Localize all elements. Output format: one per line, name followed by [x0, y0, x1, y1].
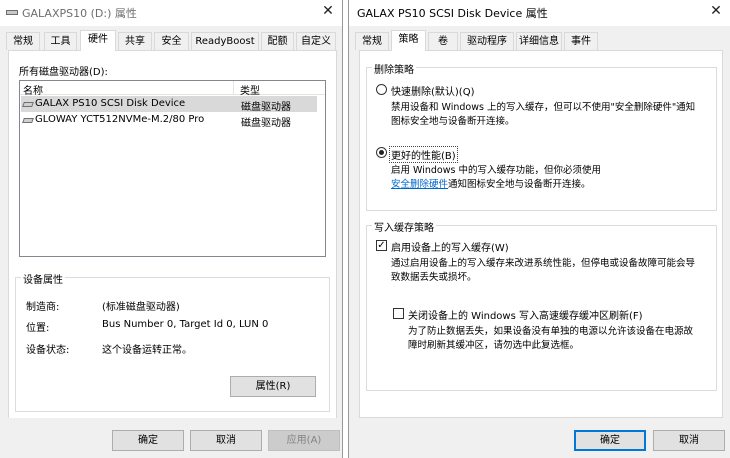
- tab-security[interactable]: 安全: [154, 32, 189, 50]
- tab-customize[interactable]: 自定义: [296, 32, 336, 50]
- title-bar: GALAX PS10 SCSI Disk Device 属性 ✕: [349, 0, 730, 26]
- disable-cache-flush-desc: 为了防止数据丢失，如果设备没有单独的电源以允许该设备在电源故: [408, 326, 694, 337]
- dialog-buttons: 确定 取消: [349, 418, 730, 458]
- list-item[interactable]: GALAX PS10 SCSI Disk Device 磁盘驱动器: [21, 96, 317, 113]
- removal-policy-group: 删除策略 快速删除(默认)(Q) 禁用设备和 Windows 上的写入缓存，但可…: [366, 61, 717, 211]
- quick-removal-label[interactable]: 快速删除(默认)(Q): [391, 83, 474, 98]
- better-performance-radio[interactable]: [376, 147, 387, 158]
- disable-cache-flush-desc: 障时刷新其缓冲区，请勿选中此复选框。: [408, 340, 580, 351]
- close-icon[interactable]: ✕: [708, 3, 724, 19]
- disk-name: GLOWAY YCT512NVMe-M.2/80 Pro: [35, 114, 205, 125]
- tab-driver[interactable]: 驱动程序: [460, 32, 514, 50]
- quick-removal-desc: 图标安全地与设备断开连接。: [391, 116, 515, 127]
- window-title: GALAX PS10 SCSI Disk Device 属性: [357, 7, 548, 20]
- better-performance-desc-line2: 安全删除硬件通知图标安全地与设备断开连接。: [391, 178, 591, 192]
- disk-properties-window: GALAXPS10 (D:) 属性 ✕ 常规 工具 硬件 共享 安全 Ready…: [0, 0, 343, 458]
- tab-readyboost[interactable]: ReadyBoost: [191, 32, 259, 50]
- quick-removal-desc: 禁用设备和 Windows 上的写入缓存，但可以不使用"安全删除硬件"通知: [391, 102, 696, 113]
- drive-icon: [6, 7, 18, 17]
- list-header: 名称 类型: [20, 81, 325, 97]
- tab-hardware[interactable]: 硬件: [80, 30, 116, 51]
- better-performance-label[interactable]: 更好的性能(B): [389, 146, 458, 163]
- disk-list-label: 所有磁盘驱动器(D):: [19, 67, 108, 78]
- tab-volumes[interactable]: 卷: [428, 32, 458, 50]
- location-label: 位置:: [26, 323, 50, 334]
- tab-sharing[interactable]: 共享: [118, 32, 152, 50]
- cancel-button[interactable]: 取消: [653, 430, 725, 451]
- tab-policies[interactable]: 策略: [391, 30, 426, 51]
- location-value: Bus Number 0, Target Id 0, LUN 0: [102, 319, 269, 330]
- disable-cache-flush-label[interactable]: 关闭设备上的 Windows 写入高速缓存缓冲区刷新(F): [408, 307, 643, 322]
- ok-button[interactable]: 确定: [574, 430, 646, 451]
- ok-button[interactable]: 确定: [112, 430, 184, 451]
- cancel-button[interactable]: 取消: [190, 430, 262, 451]
- column-type[interactable]: 类型: [240, 82, 260, 97]
- write-cache-policy-group: 写入缓存策略 ✓ 启用设备上的写入缓存(W) 通过启用设备上的写入缓存来改进系统…: [366, 219, 717, 391]
- status-label: 设备状态:: [26, 345, 70, 356]
- manufacturer-value: (标准磁盘驱动器): [102, 302, 180, 313]
- group-title: 删除策略: [372, 61, 416, 76]
- enable-write-cache-desc: 通过启用设备上的写入缓存来改进系统性能，但停电或设备故障可能会导: [391, 258, 696, 269]
- close-icon[interactable]: ✕: [320, 3, 336, 19]
- apply-button[interactable]: 应用(A): [268, 430, 340, 451]
- device-properties-window: GALAX PS10 SCSI Disk Device 属性 ✕ 常规 策略 卷…: [348, 0, 730, 458]
- tab-general[interactable]: 常规: [6, 32, 40, 50]
- disk-type: 磁盘驱动器: [241, 118, 291, 129]
- safely-remove-hardware-link[interactable]: 安全删除硬件: [391, 179, 448, 190]
- enable-write-cache-label[interactable]: 启用设备上的写入缓存(W): [391, 239, 509, 254]
- disk-type: 磁盘驱动器: [241, 102, 291, 113]
- dialog-buttons: 确定 取消 应用(A): [0, 418, 342, 458]
- disable-cache-flush-checkbox[interactable]: [393, 308, 404, 319]
- tab-bar: 常规 策略 卷 驱动程序 详细信息 事件: [349, 30, 730, 51]
- hardware-panel: 所有磁盘驱动器(D): 名称 类型 GALAX PS10 SCSI Disk D…: [8, 50, 337, 419]
- quick-removal-radio[interactable]: [376, 84, 387, 95]
- better-performance-desc: 启用 Windows 中的写入缓存功能，但你必须使用: [391, 165, 601, 176]
- title-bar: GALAXPS10 (D:) 属性 ✕: [0, 0, 342, 26]
- tab-bar: 常规 工具 硬件 共享 安全 ReadyBoost 配额 自定义: [0, 30, 342, 51]
- properties-button[interactable]: 属性(R): [230, 376, 316, 397]
- enable-write-cache-checkbox[interactable]: ✓: [376, 240, 387, 251]
- group-title: 写入缓存策略: [372, 219, 436, 234]
- tab-quota[interactable]: 配额: [261, 32, 294, 50]
- status-value: 这个设备运转正常。: [102, 345, 192, 356]
- window-title: GALAXPS10 (D:) 属性: [22, 7, 137, 20]
- disk-drive-icon: [22, 102, 34, 107]
- disk-list[interactable]: 名称 类型 GALAX PS10 SCSI Disk Device 磁盘驱动器 …: [19, 80, 326, 257]
- enable-write-cache-desc: 致数据丢失或损坏。: [391, 272, 477, 283]
- list-item[interactable]: GLOWAY YCT512NVMe-M.2/80 Pro 磁盘驱动器: [21, 112, 317, 129]
- device-properties-group: 设备属性 制造商: (标准磁盘驱动器) 位置: Bus Number 0, Ta…: [15, 271, 330, 412]
- manufacturer-label: 制造商:: [26, 302, 60, 313]
- tab-events[interactable]: 事件: [564, 32, 598, 50]
- column-name[interactable]: 名称: [23, 82, 43, 97]
- group-title: 设备属性: [21, 271, 65, 286]
- tab-details[interactable]: 详细信息: [516, 32, 562, 50]
- disk-name: GALAX PS10 SCSI Disk Device: [35, 98, 186, 109]
- tab-general[interactable]: 常规: [355, 32, 389, 50]
- disk-drive-icon: [22, 118, 34, 123]
- tab-tools[interactable]: 工具: [44, 32, 77, 50]
- policies-panel: 删除策略 快速删除(默认)(Q) 禁用设备和 Windows 上的写入缓存，但可…: [359, 50, 723, 418]
- better-performance-desc-tail: 通知图标安全地与设备断开连接。: [448, 179, 591, 190]
